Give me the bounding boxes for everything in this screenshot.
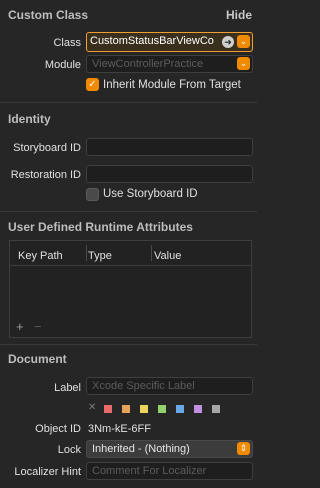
- restoration-id-field[interactable]: [86, 165, 253, 183]
- inherit-module-checkbox[interactable]: ✓: [86, 78, 99, 91]
- color-swatch-gray[interactable]: [212, 405, 220, 413]
- color-swatch-yellow[interactable]: [140, 405, 148, 413]
- localizer-hint-field[interactable]: Comment For Localizer: [86, 462, 253, 480]
- storyboard-id-label: Storyboard ID: [13, 142, 81, 154]
- divider: [0, 211, 257, 212]
- column-header-key-path[interactable]: Key Path: [18, 250, 63, 262]
- document-label-placeholder: Xcode Specific Label: [92, 380, 195, 392]
- chevron-down-icon[interactable]: ⌄: [237, 57, 250, 70]
- module-label: Module: [44, 59, 81, 71]
- divider: [0, 344, 257, 345]
- hide-button[interactable]: Hide: [226, 8, 252, 22]
- runtime-attributes-table[interactable]: Key Path Type Value + −: [9, 240, 252, 338]
- lock-value: Inherited - (Nothing): [92, 443, 190, 455]
- divider: [0, 102, 257, 103]
- use-storyboard-id-checkbox[interactable]: [86, 188, 99, 201]
- column-header-value[interactable]: Value: [154, 250, 181, 262]
- lock-label: Lock: [57, 444, 81, 456]
- module-placeholder: ViewControllerPractice: [92, 58, 204, 70]
- document-title: Document: [8, 352, 67, 366]
- remove-attribute-button[interactable]: −: [34, 319, 42, 334]
- color-swatch-red[interactable]: [104, 405, 112, 413]
- lock-popup[interactable]: Inherited - (Nothing) ⇕: [86, 440, 253, 458]
- identity-title: Identity: [8, 112, 51, 126]
- object-id-value: 3Nm-kE-6FF: [88, 423, 151, 435]
- color-swatch-blue[interactable]: [176, 405, 184, 413]
- column-separator: [86, 245, 87, 261]
- restoration-id-label: Restoration ID: [10, 169, 81, 181]
- module-field[interactable]: ViewControllerPractice ⌄: [86, 55, 253, 73]
- custom-class-title: Custom Class: [8, 8, 89, 22]
- clear-label-color-icon[interactable]: ✕: [88, 402, 96, 413]
- arrow-right-icon[interactable]: ➜: [222, 36, 234, 48]
- add-attribute-button[interactable]: +: [16, 319, 24, 334]
- label-label: Label: [54, 382, 81, 394]
- runtime-attributes-title: User Defined Runtime Attributes: [8, 220, 193, 234]
- chevron-down-icon[interactable]: ⌄: [237, 35, 250, 48]
- class-value: CustomStatusBarViewCo: [90, 35, 214, 47]
- color-swatch-green[interactable]: [158, 405, 166, 413]
- use-storyboard-id-label: Use Storyboard ID: [103, 188, 198, 200]
- localizer-hint-label: Localizer Hint: [14, 466, 81, 478]
- column-header-type[interactable]: Type: [88, 250, 112, 262]
- class-field[interactable]: CustomStatusBarViewCo ➜ ⌄: [86, 32, 253, 52]
- storyboard-id-field[interactable]: [86, 138, 253, 156]
- color-swatch-purple[interactable]: [194, 405, 202, 413]
- column-separator: [151, 245, 152, 261]
- inherit-module-label: Inherit Module From Target: [103, 79, 241, 91]
- class-label: Class: [53, 37, 81, 49]
- document-label-field[interactable]: Xcode Specific Label: [86, 377, 253, 395]
- localizer-hint-placeholder: Comment For Localizer: [92, 465, 207, 477]
- up-down-chevron-icon[interactable]: ⇕: [237, 442, 250, 455]
- color-swatch-orange[interactable]: [122, 405, 130, 413]
- object-id-label: Object ID: [35, 423, 81, 435]
